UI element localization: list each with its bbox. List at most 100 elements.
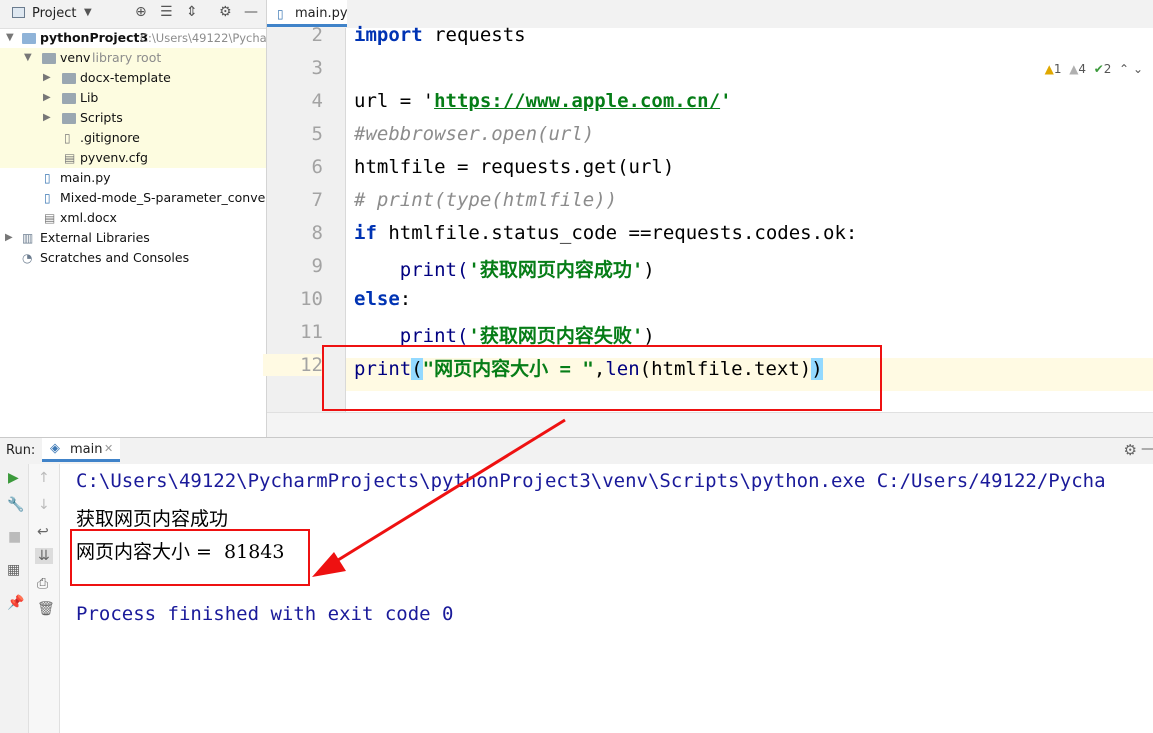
project-view-selector[interactable]: Project <box>32 6 76 21</box>
annotation-box-output <box>70 529 310 586</box>
rerun-icon[interactable]: ▶ <box>8 470 19 486</box>
python-file-icon: ▯ <box>44 191 51 205</box>
library-icon: ▥ <box>22 231 34 245</box>
run-toolbar: ▶ 🔧 ■ ▦ 📌 <box>0 464 29 733</box>
console-command-line: C:\Users\49122\PycharmProjects\pythonPro… <box>76 470 1106 492</box>
project-view-icon <box>12 7 25 18</box>
chevron-right-icon: ▶ <box>43 72 51 83</box>
code-line-2: import requests <box>354 24 526 46</box>
run-console[interactable]: C:\Users\49122\PycharmProjects\pythonPro… <box>60 464 1153 733</box>
chevron-up-icon[interactable]: ⌃ <box>1119 62 1129 76</box>
weak-warning-count: 4 <box>1078 62 1087 76</box>
tree-item-label: xml.docx <box>60 210 117 225</box>
code-line-4: url = 'https://www.apple.com.cn/' <box>354 90 732 112</box>
tree-item-scratches[interactable]: ◔ Scratches and Consoles <box>0 248 266 268</box>
tree-item-mixed-mode[interactable]: ▯ Mixed-mode_S-parameter_conversi <box>0 188 266 208</box>
tree-item-label: pyvenv.cfg <box>80 150 148 165</box>
line-number: 6 <box>311 156 323 178</box>
line-number: 9 <box>311 255 323 277</box>
chevron-right-icon: ▶ <box>43 92 51 103</box>
print-icon[interactable]: ⎙ <box>37 576 48 592</box>
typo-count: 2 <box>1103 62 1112 76</box>
soft-wrap-icon[interactable]: ↩ <box>37 524 49 540</box>
tree-item-main-py[interactable]: ▯ main.py <box>0 168 266 188</box>
code-line-6: htmlfile = requests.get(url) <box>354 156 675 178</box>
tree-item-label: main.py <box>60 170 111 185</box>
tree-item-external-libraries[interactable]: ▶ ▥ External Libraries <box>0 228 266 248</box>
editor-horizontal-scrollbar[interactable] <box>267 412 1153 438</box>
chevron-down-icon[interactable]: ▼ <box>84 7 92 18</box>
chevron-down-icon: ▼ <box>24 52 32 63</box>
chevron-right-icon: ▶ <box>43 112 51 123</box>
pin-icon[interactable]: 📌 <box>7 595 24 611</box>
layout-icon[interactable]: ▦ <box>7 562 20 578</box>
arrow-down-icon[interactable]: ↓ <box>38 497 50 513</box>
arrow-up-icon[interactable]: ↑ <box>38 470 50 486</box>
tree-item-label: venv <box>60 50 91 65</box>
tree-item-pyvenv[interactable]: ▤ pyvenv.cfg <box>0 148 266 168</box>
code-line-7: # print(type(htmlfile)) <box>354 189 618 211</box>
code-line-10: else: <box>354 288 412 310</box>
code-line-8: if htmlfile.status_code ==requests.codes… <box>354 222 858 244</box>
line-number: 5 <box>311 123 323 145</box>
gear-icon[interactable]: ⚙ <box>1124 441 1137 459</box>
folder-icon <box>62 73 76 84</box>
run-tool-header: Run: ◈ main ✕ ⚙ — <box>0 437 1153 465</box>
library-root-label: library root <box>92 50 162 65</box>
tree-item-xml-docx[interactable]: ▤ xml.docx <box>0 208 266 228</box>
tree-item-label: Mixed-mode_S-parameter_conversi <box>60 190 267 205</box>
folder-icon <box>42 53 56 64</box>
tree-item-label: Scratches and Consoles <box>40 250 190 265</box>
tab-label: main.py <box>295 6 348 21</box>
chevron-down-icon[interactable]: ⌄ <box>1133 62 1143 76</box>
folder-icon <box>62 113 76 124</box>
code-line-5: #webbrowser.open(url) <box>354 123 595 145</box>
folder-icon <box>62 93 76 104</box>
python-file-icon: ▯ <box>277 7 284 21</box>
chevron-down-icon: ▼ <box>6 32 14 43</box>
tree-item-docx-template[interactable]: ▶ docx-template <box>0 68 266 88</box>
tree-item-gitignore[interactable]: ▯ .gitignore <box>0 128 266 148</box>
inspection-widget[interactable]: ▲1 ▲4 ✔2 ⌃ ⌄ <box>1045 62 1143 76</box>
console-output-line: 获取网页内容成功 <box>76 508 229 530</box>
hide-icon[interactable]: — <box>1141 441 1153 457</box>
collapse-all-icon[interactable]: ⇕ <box>186 4 198 20</box>
tree-item-label: docx-template <box>80 70 171 85</box>
hide-icon[interactable]: — <box>244 4 258 20</box>
tab-main-py[interactable]: ▯ main.py <box>267 0 348 27</box>
line-number: 4 <box>311 90 323 112</box>
stop-icon[interactable]: ■ <box>8 529 21 545</box>
line-number: 12 <box>263 354 323 376</box>
tree-item-label: Lib <box>80 90 99 105</box>
trash-icon[interactable]: 🗑 <box>37 601 55 617</box>
console-toolbar: ↑ ↓ ↩ ⇊ ⎙ 🗑 <box>29 464 60 733</box>
run-tab-main[interactable]: ◈ main ✕ <box>42 438 120 462</box>
tree-root-name: pythonProject3 <box>40 30 149 45</box>
url-link[interactable]: https://www.apple.com.cn/ <box>434 90 720 112</box>
line-number: 3 <box>311 57 323 79</box>
tree-root[interactable]: ▼ pythonProject3 C:\Users\49122\Pycha <box>0 28 266 48</box>
run-label: Run: <box>6 443 36 458</box>
line-number: 11 <box>300 321 323 343</box>
tree-item-scripts[interactable]: ▶ Scripts <box>0 108 266 128</box>
file-icon: ▤ <box>44 211 56 225</box>
warning-count: 1 <box>1053 62 1062 76</box>
tree-item-lib[interactable]: ▶ Lib <box>0 88 266 108</box>
line-number: 10 <box>300 288 323 310</box>
tree-item-label: .gitignore <box>80 130 140 145</box>
chevron-right-icon: ▶ <box>5 232 13 243</box>
close-icon[interactable]: ✕ <box>104 442 113 455</box>
python-file-icon: ▯ <box>44 171 51 185</box>
scroll-to-end-icon[interactable]: ⇊ <box>35 548 53 564</box>
tree-item-venv[interactable]: ▼ venv library root <box>0 48 266 68</box>
wrench-icon[interactable]: 🔧 <box>7 497 24 513</box>
locate-icon[interactable]: ⊕ <box>135 4 147 20</box>
expand-all-icon[interactable]: ☰ <box>160 4 173 20</box>
folder-icon <box>22 33 36 44</box>
tree-root-path: C:\Users\49122\Pycha <box>140 31 267 45</box>
code-line-11: print('获取网页内容失败') <box>354 325 655 347</box>
tree-item-label: Scripts <box>80 110 123 125</box>
line-number: 7 <box>311 189 323 211</box>
console-exit-line: Process finished with exit code 0 <box>76 603 454 625</box>
gear-icon[interactable]: ⚙ <box>219 4 232 20</box>
